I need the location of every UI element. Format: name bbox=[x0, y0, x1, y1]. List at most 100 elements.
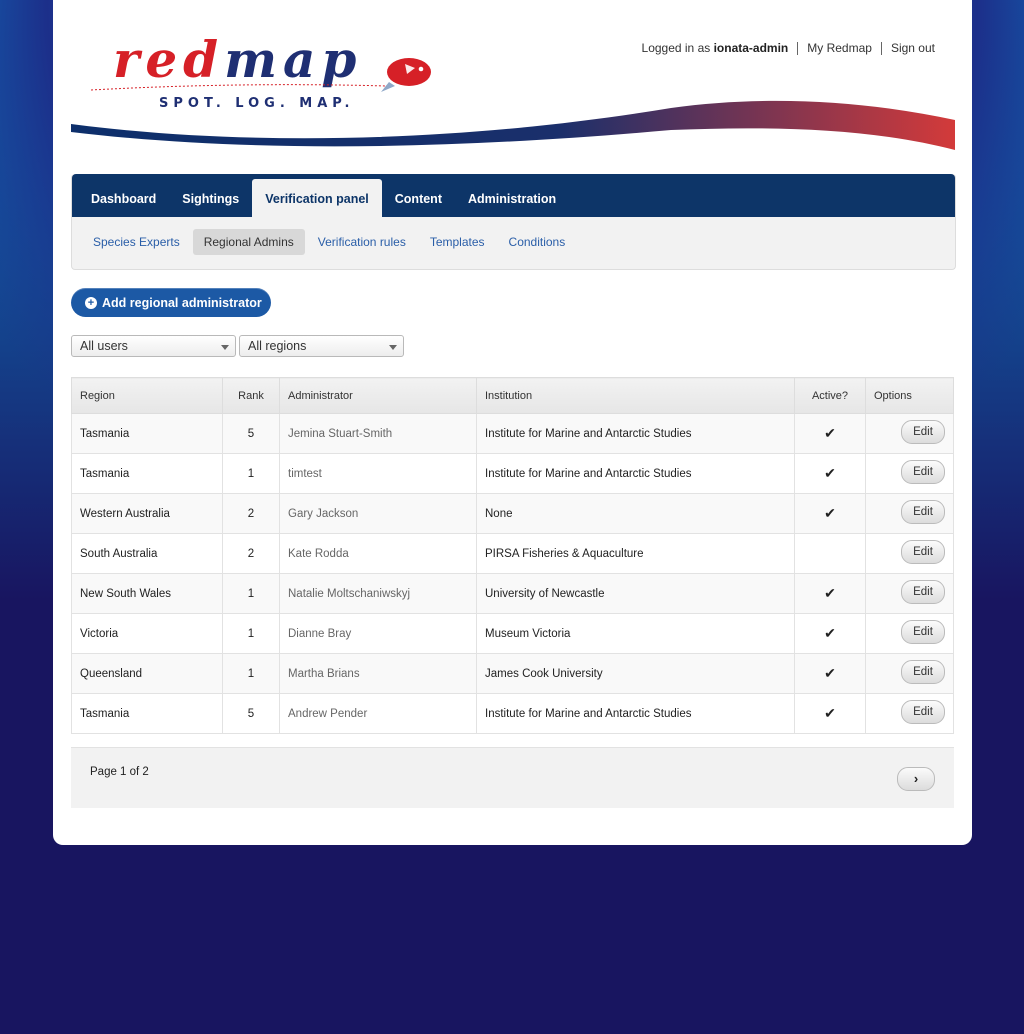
cell-active: ✔ bbox=[794, 493, 866, 534]
cell-region: Victoria bbox=[71, 613, 223, 654]
cell-active: ✔ bbox=[794, 613, 866, 654]
cell-options: Edit bbox=[865, 533, 954, 574]
edit-button[interactable]: Edit bbox=[901, 540, 945, 564]
users-filter-select[interactable]: All users bbox=[71, 335, 236, 357]
divider bbox=[880, 41, 882, 55]
table-row: Queensland 1 Martha Brians James Cook Unive… bbox=[71, 653, 954, 694]
cell-rank: 2 bbox=[222, 533, 280, 574]
cell-institution: Institute for Marine and Antarctic Studi… bbox=[476, 413, 795, 454]
user-links: Logged in as ionata-admin My Redmap Sign… bbox=[642, 41, 935, 55]
chevron-down-icon bbox=[221, 345, 229, 350]
tab-administration[interactable]: Administration bbox=[455, 179, 569, 217]
edit-button[interactable]: Edit bbox=[901, 420, 945, 444]
cell-administrator: Martha Brians bbox=[279, 653, 477, 694]
cell-administrator: Gary Jackson bbox=[279, 493, 477, 534]
regions-filter-value: All regions bbox=[248, 339, 307, 353]
checkmark-icon: ✔ bbox=[824, 505, 836, 521]
cell-active: ✔ bbox=[794, 453, 866, 494]
tab-dashboard[interactable]: Dashboard bbox=[78, 179, 169, 217]
logged-in-label: Logged in as bbox=[641, 41, 711, 55]
content-panel: redmap SPOT. LOG. MAP. Logged in as iona… bbox=[53, 0, 972, 845]
cell-administrator: Andrew Pender bbox=[279, 693, 477, 734]
next-page-button[interactable]: › bbox=[897, 767, 935, 791]
cell-options: Edit bbox=[865, 573, 954, 614]
col-active[interactable]: Active? bbox=[794, 377, 866, 414]
plus-circle-icon: + bbox=[85, 296, 97, 309]
my-redmap-link[interactable]: My Redmap bbox=[807, 41, 872, 55]
checkmark-icon: ✔ bbox=[824, 465, 836, 481]
regions-filter-select[interactable]: All regions bbox=[239, 335, 404, 357]
cell-region: Tasmania bbox=[71, 453, 223, 494]
cell-institution: University of Newcastle bbox=[476, 573, 795, 614]
edit-button[interactable]: Edit bbox=[901, 660, 945, 684]
chevron-right-icon: › bbox=[913, 771, 919, 786]
cell-region: Tasmania bbox=[71, 693, 223, 734]
col-region[interactable]: Region bbox=[71, 377, 223, 414]
header-swoosh bbox=[71, 100, 955, 150]
tab-content[interactable]: Content bbox=[382, 179, 455, 217]
users-filter-value: All users bbox=[80, 339, 128, 353]
table-row: Western Australia 2 Gary Jackson None ✔ Edit bbox=[71, 493, 954, 534]
tab-sightings[interactable]: Sightings bbox=[169, 179, 252, 217]
subtab-verification-rules[interactable]: Verification rules bbox=[307, 229, 417, 255]
col-rank[interactable]: Rank bbox=[222, 377, 280, 414]
cell-rank: 5 bbox=[222, 413, 280, 454]
cell-administrator: Natalie Moltschaniwskyj bbox=[279, 573, 477, 614]
table-row: Tasmania 1 timtest Institute for Marine and… bbox=[71, 453, 954, 494]
edit-button[interactable]: Edit bbox=[901, 700, 945, 724]
checkmark-icon: ✔ bbox=[824, 665, 836, 681]
table-row: Tasmania 5 Jemina Stuart-Smith Institute fo… bbox=[71, 413, 954, 454]
tab-verification-panel[interactable]: Verification panel bbox=[252, 179, 382, 218]
cell-region: New South Wales bbox=[71, 573, 223, 614]
sign-out-link[interactable]: Sign out bbox=[891, 41, 935, 55]
cell-rank: 5 bbox=[222, 693, 280, 734]
cell-rank: 1 bbox=[222, 573, 280, 614]
secondary-tabs: Species Experts Regional Admins Verifica… bbox=[72, 217, 955, 255]
cell-active bbox=[794, 533, 866, 574]
cell-administrator: timtest bbox=[279, 453, 477, 494]
cell-rank: 1 bbox=[222, 453, 280, 494]
cell-active: ✔ bbox=[794, 413, 866, 454]
col-institution[interactable]: Institution bbox=[476, 377, 795, 414]
cell-region: Western Australia bbox=[71, 493, 223, 534]
cell-options: Edit bbox=[865, 693, 954, 734]
username: ionata-admin bbox=[713, 41, 789, 55]
cell-institution: PIRSA Fisheries & Aquaculture bbox=[476, 533, 795, 574]
checkmark-icon: ✔ bbox=[824, 425, 836, 441]
subtab-species-experts[interactable]: Species Experts bbox=[82, 229, 191, 255]
cell-options: Edit bbox=[865, 453, 954, 494]
regional-admins-table: Region Rank Administrator Institution Ac… bbox=[71, 377, 954, 734]
subtab-regional-admins[interactable]: Regional Admins bbox=[192, 229, 305, 255]
add-button-label: Add regional administrator bbox=[102, 295, 262, 310]
cell-rank: 1 bbox=[222, 653, 280, 694]
cell-administrator: Dianne Bray bbox=[279, 613, 477, 654]
cell-options: Edit bbox=[865, 613, 954, 654]
table-row: Tasmania 5 Andrew Pender Institute for Mari… bbox=[71, 693, 954, 734]
logo-dotted-line bbox=[90, 84, 388, 91]
edit-button[interactable]: Edit bbox=[901, 460, 945, 484]
edit-button[interactable]: Edit bbox=[901, 580, 945, 604]
cell-region: Queensland bbox=[71, 653, 223, 694]
edit-button[interactable]: Edit bbox=[901, 620, 945, 644]
table-body: Tasmania 5 Jemina Stuart-Smith Institute fo… bbox=[71, 413, 954, 734]
cell-institution: Institute for Marine and Antarctic Studi… bbox=[476, 693, 795, 734]
cell-administrator: Kate Rodda bbox=[279, 533, 477, 574]
subtab-templates[interactable]: Templates bbox=[419, 229, 496, 255]
cell-active: ✔ bbox=[794, 693, 866, 734]
cell-active: ✔ bbox=[794, 653, 866, 694]
col-administrator[interactable]: Administrator bbox=[279, 377, 477, 414]
edit-button[interactable]: Edit bbox=[901, 500, 945, 524]
table-header-row: Region Rank Administrator Institution Ac… bbox=[71, 377, 954, 414]
col-options: Options bbox=[865, 377, 954, 414]
table-row: New South Wales 1 Natalie Moltschaniwskyj U… bbox=[71, 573, 954, 614]
page-indicator: Page 1 of 2 bbox=[90, 766, 149, 778]
table-row: South Australia 2 Kate Rodda PIRSA Fisherie… bbox=[71, 533, 954, 574]
primary-tabs: Dashboard Sightings Verification panel C… bbox=[72, 174, 955, 218]
add-regional-admin-button[interactable]: + Add regional administrator bbox=[71, 288, 271, 317]
cell-institution: Institute for Marine and Antarctic Studi… bbox=[476, 453, 795, 494]
divider bbox=[797, 41, 799, 55]
checkmark-icon: ✔ bbox=[824, 585, 836, 601]
subtab-conditions[interactable]: Conditions bbox=[498, 229, 577, 255]
cell-rank: 1 bbox=[222, 613, 280, 654]
table-row: Victoria 1 Dianne Bray Museum Victoria ✔ Edit bbox=[71, 613, 954, 654]
